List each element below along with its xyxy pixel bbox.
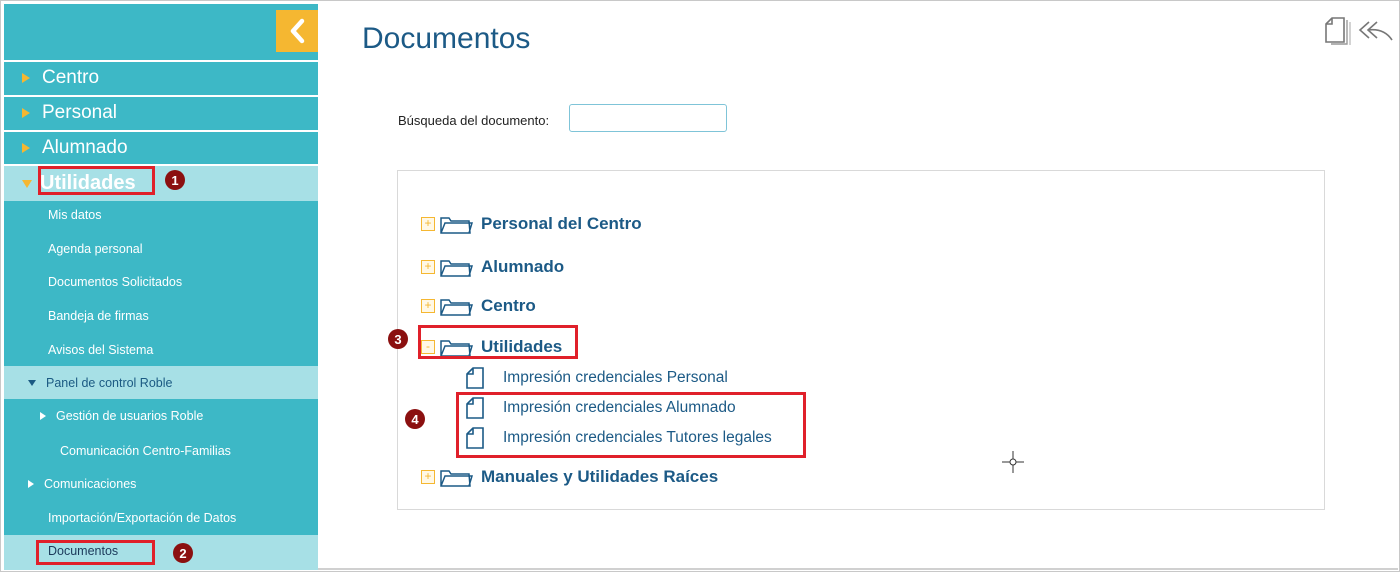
- sidebar-item-alumnado[interactable]: Alumnado: [4, 130, 318, 163]
- tree-folder-centro[interactable]: + Centro: [421, 295, 536, 317]
- tree-folder-manuales[interactable]: + Manuales y Utilidades Raíces: [421, 466, 718, 488]
- sidebar-subitem-documentos-solicitados[interactable]: Documentos Solicitados: [48, 275, 182, 289]
- tree-folder-personal-del-centro[interactable]: + Personal del Centro: [421, 213, 642, 235]
- search-input[interactable]: [569, 104, 727, 132]
- crosshair-cursor-icon: [1002, 451, 1024, 473]
- expand-triangle-icon: [22, 142, 30, 153]
- document-icon: [466, 427, 484, 449]
- page-title: Documentos: [362, 22, 531, 55]
- tree-folder-alumnado[interactable]: + Alumnado: [421, 256, 564, 278]
- reply-all-icon[interactable]: [1358, 21, 1393, 41]
- sidebar-item-utilidades[interactable]: Utilidades: [4, 164, 318, 201]
- collapse-minus-icon[interactable]: -: [421, 340, 435, 354]
- tree-folder-label: Manuales y Utilidades Raíces: [481, 467, 719, 486]
- copy-documents-icon[interactable]: [1325, 17, 1351, 45]
- folder-icon: [440, 470, 473, 487]
- sidebar-subitem-bandeja-firmas[interactable]: Bandeja de firmas: [48, 309, 149, 323]
- document-icon: [466, 397, 484, 419]
- sidebar-item-centro[interactable]: Centro: [4, 60, 318, 93]
- sidebar: Centro Personal Alumnado Utilidades Mis …: [4, 4, 318, 570]
- tree-folder-label: Personal del Centro: [481, 214, 642, 233]
- sidebar-subitem-gestion-usuarios[interactable]: Gestión de usuarios Roble: [40, 409, 203, 423]
- sub-label: Gestión de usuarios Roble: [56, 409, 204, 423]
- sidebar-subitem-documentos[interactable]: Documentos: [48, 544, 118, 558]
- sidebar-item-label: Personal: [42, 101, 117, 123]
- sidebar-panel-control-roble[interactable]: Panel de control Roble: [4, 366, 318, 399]
- tree-folder-label: Centro: [481, 296, 536, 315]
- sidebar-item-label: Utilidades: [40, 172, 136, 194]
- expand-plus-icon[interactable]: +: [421, 260, 435, 274]
- divider: [318, 568, 1398, 570]
- tree-doc-label: Impresión credenciales Tutores legales: [503, 429, 772, 446]
- sidebar-subitem-comunicacion-centro-familias[interactable]: Comunicación Centro-Familias: [60, 444, 231, 458]
- collapse-triangle-icon: [22, 179, 32, 188]
- panel-label: Panel de control Roble: [46, 375, 173, 390]
- expand-triangle-icon: [22, 72, 30, 83]
- sidebar-item-label: Centro: [42, 66, 100, 88]
- tree-doc-credenciales-alumnado[interactable]: Impresión credenciales Alumnado: [465, 396, 736, 420]
- expand-plus-icon[interactable]: +: [421, 470, 435, 484]
- tree-folder-utilidades[interactable]: - Utilidades: [421, 336, 562, 358]
- tree-doc-label: Impresión credenciales Alumnado: [503, 399, 736, 416]
- tree-doc-credenciales-tutores[interactable]: Impresión credenciales Tutores legales: [465, 426, 772, 450]
- chevron-left-icon[interactable]: [276, 10, 318, 52]
- top-toolbar: [1322, 14, 1394, 46]
- annotation-badge-3: 3: [388, 329, 408, 349]
- collapse-triangle-icon: [28, 379, 36, 386]
- tree-folder-label: Utilidades: [481, 337, 563, 356]
- expand-triangle-icon: [22, 107, 30, 118]
- folder-open-icon: [440, 340, 473, 357]
- annotation-badge-2: 2: [173, 543, 193, 563]
- search-label: Búsqueda del documento:: [398, 113, 550, 128]
- expand-triangle-icon: [28, 480, 34, 488]
- annotation-badge-4: 4: [405, 409, 425, 429]
- folder-icon: [440, 299, 473, 316]
- sidebar-subitem-importacion-exportacion[interactable]: Importación/Exportación de Datos: [48, 511, 236, 525]
- sidebar-item-personal[interactable]: Personal: [4, 95, 318, 128]
- sidebar-subitem-agenda-personal[interactable]: Agenda personal: [48, 242, 143, 256]
- tree-doc-credenciales-personal[interactable]: Impresión credenciales Personal: [465, 366, 728, 390]
- sub-label: Comunicaciones: [44, 477, 137, 491]
- sidebar-subitem-comunicaciones[interactable]: Comunicaciones: [28, 477, 136, 491]
- annotation-badge-1: 1: [165, 170, 185, 190]
- sidebar-item-label: Alumnado: [42, 136, 128, 158]
- expand-plus-icon[interactable]: +: [421, 217, 435, 231]
- expand-triangle-icon: [40, 412, 46, 420]
- sidebar-subitem-mis-datos[interactable]: Mis datos: [48, 208, 102, 222]
- tree-folder-label: Alumnado: [481, 257, 565, 276]
- sidebar-subitem-avisos-sistema[interactable]: Avisos del Sistema: [48, 343, 153, 357]
- document-icon: [466, 367, 484, 389]
- expand-plus-icon[interactable]: +: [421, 299, 435, 313]
- tree-doc-label: Impresión credenciales Personal: [503, 369, 728, 386]
- folder-icon: [440, 217, 473, 234]
- folder-icon: [440, 260, 473, 277]
